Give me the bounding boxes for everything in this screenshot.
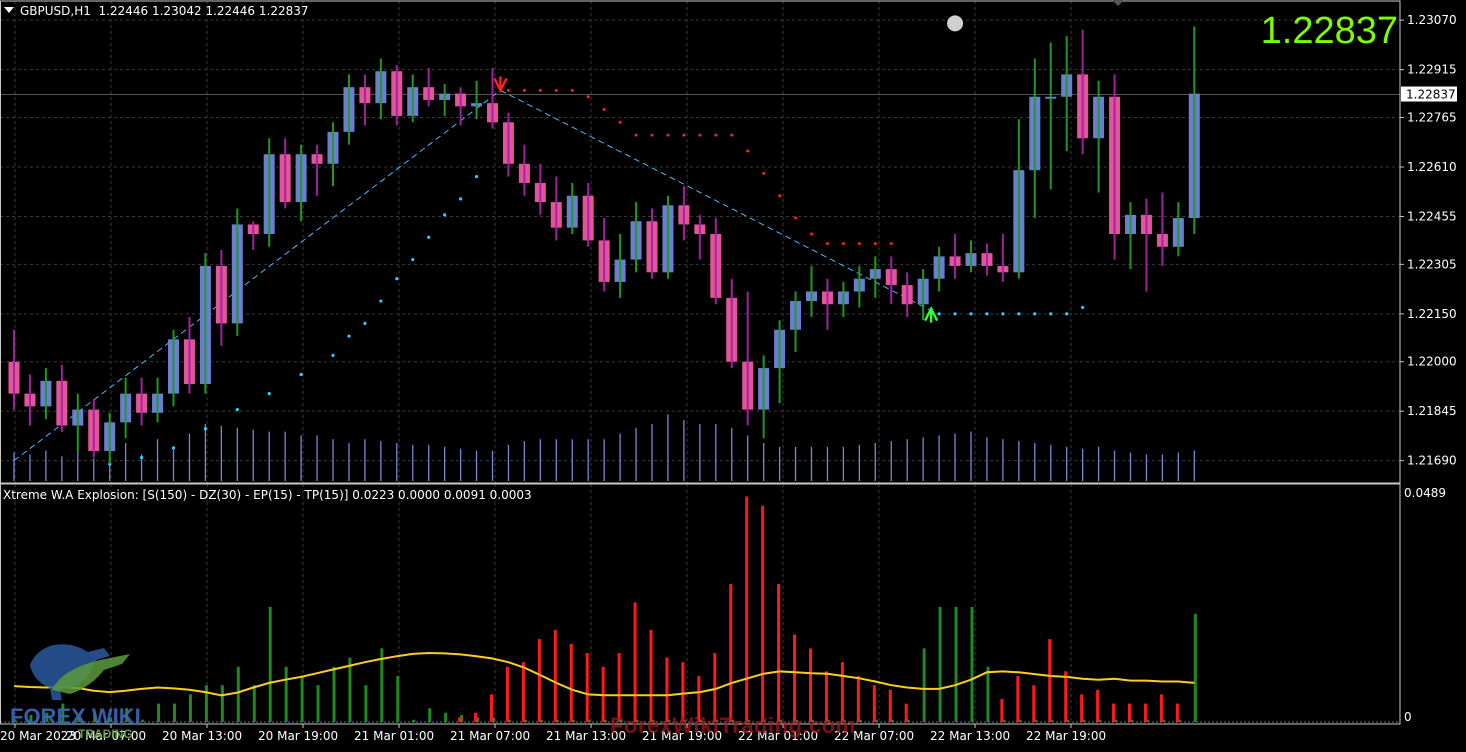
cyan-dot (969, 312, 973, 316)
logo-subtext: TRADING (78, 727, 133, 741)
cyan-dot (985, 312, 989, 316)
cyan-dot (1033, 312, 1037, 316)
cyan-dot (171, 446, 176, 450)
low-value: 1.22446 (205, 4, 256, 18)
red-dot (889, 242, 893, 246)
high-value: 1.23042 (151, 4, 202, 18)
logo-text: FOREX WIKI (10, 704, 141, 729)
big-price-display: 1.22837 (1260, 10, 1398, 52)
cyan-dot (331, 353, 335, 357)
red-dot (857, 242, 861, 246)
red-dot (714, 133, 718, 137)
red-dot (554, 88, 558, 92)
red-dot (602, 108, 606, 112)
cyan-dot (363, 321, 367, 325)
price-axis-label: 1.22150 (1407, 307, 1457, 321)
symbol-label: GBPUSD,H1 (20, 4, 91, 18)
chart-header[interactable]: GBPUSD,H1 1.22446 1.23042 1.22446 1.2283… (4, 4, 309, 18)
red-dot (506, 88, 510, 92)
cyan-dot (1065, 312, 1069, 316)
red-dot (634, 133, 638, 137)
time-axis-label: 22 Mar 13:00 (930, 729, 1010, 743)
cyan-dot (1001, 312, 1005, 316)
chart-background (0, 0, 1466, 752)
red-dot (873, 242, 877, 246)
time-axis-label: 21 Mar 07:00 (450, 729, 530, 743)
red-dot (522, 88, 526, 92)
red-dot (682, 133, 686, 137)
price-axis-label: 1.22000 (1407, 355, 1457, 369)
time-axis-label: 21 Mar 01:00 (354, 729, 434, 743)
chart-window[interactable]: 1.23070 1.22915 1.22765 1.22610 1.22455 1.223… (0, 0, 1466, 752)
current-price-tag-label: 1.22837 (1406, 88, 1456, 102)
cyan-dot (379, 299, 383, 303)
close-value: 1.22837 (258, 4, 309, 18)
indicator-axis-zero: 0 (1404, 710, 1412, 724)
cyan-dot (427, 235, 431, 239)
cyan-dot (235, 407, 239, 412)
cyan-dot (443, 213, 447, 217)
open-value: 1.22446 (98, 4, 149, 18)
indicator-axis-max: 0.0489 (1404, 486, 1446, 500)
red-dot (746, 149, 750, 153)
cyan-dot (937, 312, 941, 316)
price-axis-label: 1.21690 (1407, 454, 1457, 468)
price-axis-label: 1.22610 (1407, 160, 1457, 174)
red-dot (666, 133, 670, 137)
red-dot (825, 242, 829, 246)
cyan-dot (1081, 305, 1085, 310)
cyan-dot (474, 174, 479, 179)
time-axis-label: 20 Mar 19:00 (258, 729, 338, 743)
cyan-dot (411, 257, 415, 262)
cyan-dot (1017, 312, 1021, 316)
indicator-label[interactable]: Xtreme W.A Explosion: [S(150) - DZ(30) -… (3, 488, 532, 502)
red-dot (762, 171, 766, 175)
cyan-dot (953, 312, 957, 316)
cyan-dot (1049, 312, 1053, 316)
red-dot (698, 133, 702, 137)
dropdown-triangle-icon[interactable] (4, 7, 14, 13)
price-axis-label: 1.22765 (1407, 111, 1457, 125)
cyan-dot (140, 455, 144, 460)
price-axis-label: 1.21845 (1407, 404, 1457, 418)
price-axis-label: 1.22455 (1407, 209, 1457, 223)
time-axis-label: 22 Mar 19:00 (1026, 729, 1106, 743)
red-dot (618, 120, 622, 124)
cyan-dot (203, 427, 207, 431)
time-axis-label: 20 Mar 2023 (0, 729, 76, 743)
price-axis-label: 1.22305 (1407, 257, 1457, 271)
red-dot (730, 133, 734, 137)
price-axis-label: 1.23070 (1407, 13, 1457, 27)
red-dot (810, 232, 813, 236)
cyan-dot (299, 372, 303, 377)
watermark-site: ForexWikiTrading.com (610, 713, 856, 738)
cyan-dot (459, 197, 463, 201)
red-dot (538, 88, 542, 92)
red-dot (841, 242, 845, 246)
circle-marker (947, 15, 964, 32)
red-dot (778, 194, 782, 198)
cyan-dot (347, 334, 351, 338)
red-dot (586, 95, 590, 99)
price-axis-label: 1.22915 (1407, 63, 1457, 77)
cyan-dot (267, 392, 271, 396)
red-dot (650, 133, 654, 137)
red-dot (794, 216, 798, 220)
time-axis-label: 20 Mar 13:00 (162, 729, 242, 743)
cyan-dot (395, 277, 399, 281)
red-dot (570, 88, 574, 92)
